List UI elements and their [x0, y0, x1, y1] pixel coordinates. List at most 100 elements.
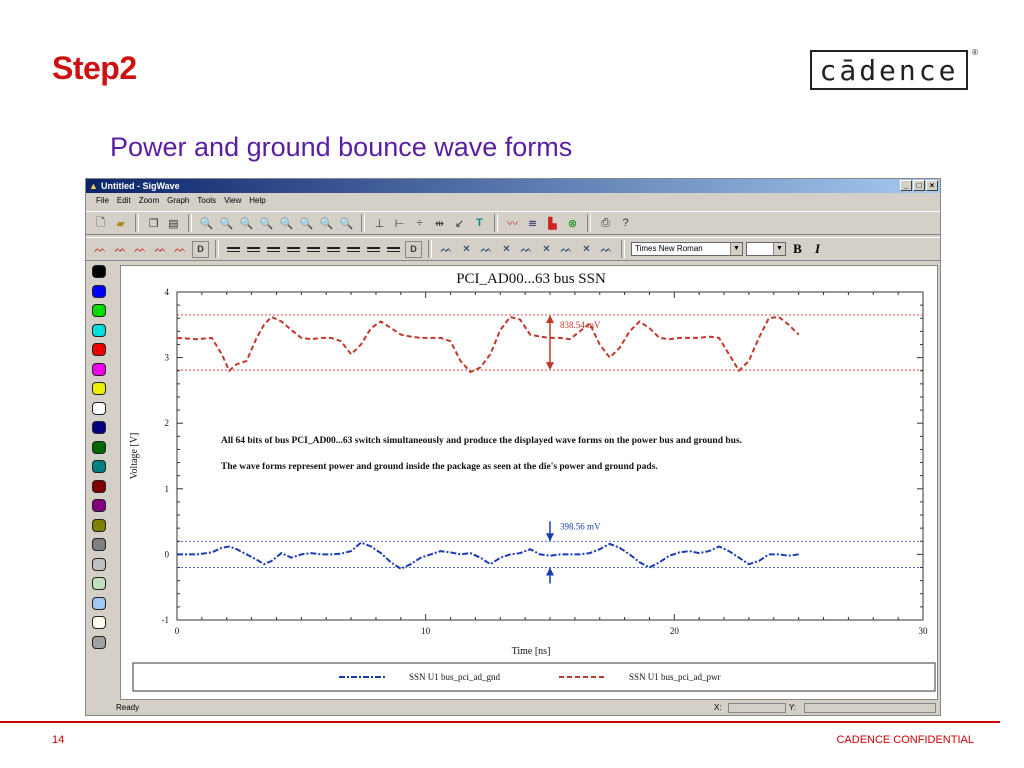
zoom-y-icon[interactable]: 🔍 [258, 215, 275, 232]
window-titlebar[interactable]: ▲ Untitled - SigWave _ □ × [86, 179, 940, 193]
waveform-view-icon[interactable]: 〰 [504, 215, 521, 232]
color-swatch[interactable] [92, 596, 106, 610]
line-width-default-icon[interactable]: D [405, 240, 422, 258]
color-swatch[interactable] [92, 518, 106, 532]
vertical-marker-icon[interactable]: ⊢ [391, 215, 408, 232]
bold-button[interactable]: B [789, 241, 806, 258]
y-tick-label: 1 [165, 484, 170, 494]
color-swatch[interactable] [92, 460, 106, 473]
font-size-select[interactable]: ▼ [746, 242, 786, 256]
menu-edit[interactable]: Edit [117, 194, 131, 208]
help-icon[interactable]: ? [617, 215, 634, 232]
color-swatch[interactable] [92, 499, 106, 512]
color-swatch[interactable] [92, 421, 106, 434]
color-swatch[interactable] [92, 557, 106, 571]
zoom-area-icon[interactable]: 🔍 [298, 215, 315, 232]
close-button[interactable]: × [926, 180, 938, 191]
marker-style-4-icon[interactable]: ✕ [498, 241, 515, 258]
menu-view[interactable]: View [224, 194, 241, 208]
color-swatch[interactable] [92, 401, 106, 415]
zoom-fit-icon[interactable]: 🔍 [278, 215, 295, 232]
zoom-in-icon[interactable]: 🔍 [198, 215, 215, 232]
color-swatch[interactable] [92, 577, 106, 590]
text-tool-icon[interactable]: T [471, 215, 488, 232]
line-style-default-icon[interactable]: D [192, 240, 209, 258]
zoom-previous-icon[interactable]: 🔍 [338, 215, 355, 232]
legend-box [132, 662, 936, 692]
zoom-region-icon[interactable]: 🔍 [318, 215, 335, 232]
menu-file[interactable]: File [96, 194, 109, 208]
line-width-3-icon[interactable] [265, 241, 282, 258]
color-swatch[interactable] [92, 265, 106, 278]
chart-title: PCI_AD00...63 bus SSN [456, 271, 606, 287]
line-width-8-icon[interactable] [365, 241, 382, 258]
confidential-footer: CADENCE CONFIDENTIAL [836, 734, 974, 746]
marker-style-9-icon[interactable]: ᨓ [598, 241, 615, 258]
color-swatch[interactable] [92, 440, 106, 454]
font-family-select[interactable]: Times New Roman ▼ [631, 242, 743, 256]
line-width-1-icon[interactable] [225, 241, 242, 258]
marker-style-8-icon[interactable]: ✕ [578, 241, 595, 258]
baseline-marker-icon[interactable]: ⊥ [371, 215, 388, 232]
toolbar-separator [215, 240, 219, 258]
window-title: Untitled - SigWave [101, 181, 180, 191]
line-width-2-icon[interactable] [245, 241, 262, 258]
line-width-7-icon[interactable] [345, 241, 362, 258]
print-icon[interactable]: ⎙ [597, 215, 614, 232]
horizontal-marker-icon[interactable]: ÷ [411, 215, 428, 232]
new-file-icon[interactable]: 🗋 [92, 215, 109, 232]
toolbar-separator [135, 214, 139, 232]
menu-help[interactable]: Help [249, 194, 265, 208]
chevron-down-icon[interactable]: ▼ [773, 243, 785, 255]
line-width-4-icon[interactable] [285, 241, 302, 258]
line-style-4-icon[interactable]: ᨓ [152, 241, 169, 258]
menu-zoom[interactable]: Zoom [139, 194, 159, 208]
marker-style-7-icon[interactable]: ᨓ [558, 241, 575, 258]
menu-graph[interactable]: Graph [167, 194, 189, 208]
open-folder-icon[interactable]: ▰ [112, 215, 129, 232]
chevron-down-icon[interactable]: ▼ [730, 243, 742, 255]
delta-marker-icon[interactable]: ⇹ [431, 215, 448, 232]
footer-divider [0, 721, 1000, 723]
slope-marker-icon[interactable]: ↙ [451, 215, 468, 232]
paste-icon[interactable]: ▤ [165, 215, 182, 232]
series-line-0 [177, 541, 799, 570]
italic-button[interactable]: I [809, 241, 826, 258]
color-swatch[interactable] [92, 362, 106, 376]
line-style-3-icon[interactable]: ᨓ [132, 241, 149, 258]
marker-style-1-icon[interactable]: ᨓ [438, 241, 455, 258]
zoom-x-icon[interactable]: 🔍 [238, 215, 255, 232]
spectrum-view-icon[interactable]: ▙ [544, 215, 561, 232]
line-style-2-icon[interactable]: ᨓ [112, 241, 129, 258]
toolbar-separator [361, 214, 365, 232]
line-width-5-icon[interactable] [305, 241, 322, 258]
color-swatch[interactable] [92, 343, 106, 356]
maximize-button[interactable]: □ [913, 180, 925, 191]
color-swatch[interactable] [92, 382, 106, 395]
format-toolbar: ᨓ ᨓ ᨓ ᨓ ᨓ D D ᨓ ✕ ᨓ ✕ ᨓ ✕ ᨓ ✕ ᨓ Times Ne… [86, 237, 940, 261]
eye-diagram-icon[interactable]: ≋ [524, 215, 541, 232]
eye-mask-icon[interactable]: ⊗ [564, 215, 581, 232]
x-coord-label: X: [714, 703, 722, 712]
color-swatch[interactable] [92, 635, 106, 649]
line-style-5-icon[interactable]: ᨓ [172, 241, 189, 258]
color-swatch[interactable] [92, 284, 106, 298]
marker-style-6-icon[interactable]: ✕ [538, 241, 555, 258]
color-swatch[interactable] [92, 479, 106, 493]
minimize-button[interactable]: _ [900, 180, 912, 191]
menu-tools[interactable]: Tools [197, 194, 216, 208]
marker-style-5-icon[interactable]: ᨓ [518, 241, 535, 258]
copy-icon[interactable]: ❐ [145, 215, 162, 232]
marker-style-2-icon[interactable]: ✕ [458, 241, 475, 258]
line-style-1-icon[interactable]: ᨓ [92, 241, 109, 258]
color-swatch[interactable] [92, 538, 106, 551]
line-width-9-icon[interactable] [385, 241, 402, 258]
marker-style-3-icon[interactable]: ᨓ [478, 241, 495, 258]
color-swatch[interactable] [92, 304, 106, 317]
color-swatch[interactable] [92, 616, 106, 629]
toolbar-separator [494, 214, 498, 232]
slide-title: Step2 [52, 50, 137, 86]
zoom-out-icon[interactable]: 🔍 [218, 215, 235, 232]
line-width-6-icon[interactable] [325, 241, 342, 258]
color-swatch[interactable] [92, 323, 106, 337]
